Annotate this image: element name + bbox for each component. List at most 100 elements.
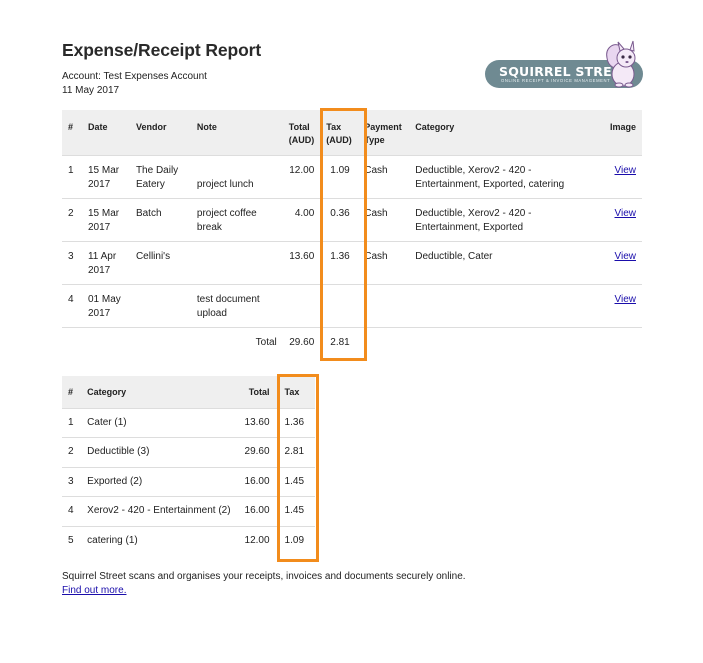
col-header-vendor: Vendor bbox=[129, 110, 191, 156]
page-title: Expense/Receipt Report bbox=[62, 40, 262, 60]
row-image: View bbox=[597, 241, 642, 285]
row-total: 16.00 bbox=[236, 466, 276, 497]
row-num: 2 bbox=[62, 198, 82, 242]
row-total bbox=[282, 284, 321, 328]
row-tax: 1.09 bbox=[275, 525, 315, 556]
row-category: Deductible, Cater bbox=[409, 241, 598, 285]
row-note-text: project lunch bbox=[196, 179, 254, 190]
row-category bbox=[409, 284, 598, 328]
row-note: project coffee break bbox=[190, 198, 283, 242]
row-category: Deductible (3) bbox=[81, 437, 237, 467]
row-num: 2 bbox=[62, 437, 82, 467]
col-header-image: Image bbox=[597, 110, 642, 156]
col-header-total: Total (AUD) bbox=[282, 110, 321, 156]
row-vendor: Batch bbox=[129, 198, 191, 242]
row-total: 12.00 bbox=[282, 155, 321, 199]
row-note: test document upload bbox=[190, 284, 283, 328]
col-header-num: # bbox=[62, 376, 82, 408]
row-payment: Cash bbox=[358, 241, 410, 285]
row-num: 1 bbox=[62, 407, 82, 438]
table-row: 1 Cater (1) 13.60 1.36 bbox=[62, 407, 315, 438]
row-num: 3 bbox=[62, 466, 82, 497]
row-note bbox=[190, 241, 283, 285]
row-date: 11 Apr 2017 bbox=[81, 241, 130, 285]
table-row: 1 15 Mar 2017 The Daily Eatery project l… bbox=[62, 155, 642, 199]
row-num: 4 bbox=[62, 496, 82, 526]
table-row: 2 15 Mar 2017 Batch project coffee break… bbox=[62, 198, 642, 242]
table-row: 3 11 Apr 2017 Cellini's 13.60 1.36 Cash … bbox=[62, 241, 642, 285]
row-total: 12.00 bbox=[236, 525, 276, 556]
row-total: 16.00 bbox=[236, 496, 276, 526]
row-payment: Cash bbox=[358, 198, 410, 242]
col-header-total: Total bbox=[236, 376, 276, 408]
row-payment: Cash bbox=[358, 155, 410, 199]
category-header-row: # Category Total Tax bbox=[62, 376, 315, 408]
table-row: 4 Xerov2 - 420 - Entertainment (2) 16.00… bbox=[62, 496, 315, 526]
table-row: 5 catering (1) 12.00 1.09 bbox=[62, 525, 315, 556]
col-header-date: Date bbox=[81, 110, 130, 156]
row-note: project lunch bbox=[190, 155, 283, 199]
row-category: Deductible, Xerov2 - 420 - Entertainment… bbox=[409, 155, 598, 199]
view-image-link[interactable]: View bbox=[615, 251, 637, 262]
total-row: Total 29.60 2.81 bbox=[62, 327, 642, 358]
row-date: 15 Mar 2017 bbox=[81, 198, 130, 242]
report-date: 11 May 2017 bbox=[62, 85, 120, 96]
view-image-link[interactable]: View bbox=[615, 165, 637, 176]
row-num: 3 bbox=[62, 241, 82, 285]
total-label: Total bbox=[62, 327, 283, 358]
col-header-payment: Payment Type bbox=[358, 110, 410, 156]
row-category: catering (1) bbox=[81, 525, 237, 556]
row-date: 15 Mar 2017 bbox=[81, 155, 130, 199]
find-out-more-link[interactable]: Find out more. bbox=[62, 585, 126, 596]
footer-text: Squirrel Street scans and organises your… bbox=[62, 571, 466, 582]
row-tax: 1.36 bbox=[320, 241, 359, 285]
expense-table: # Date Vendor Note Total (AUD) Tax (AUD)… bbox=[62, 110, 642, 358]
row-category: Exported (2) bbox=[81, 466, 237, 497]
squirrel-street-logo: SQUIRREL STREET ONLINE RECEIPT & INVOICE… bbox=[485, 40, 645, 92]
view-image-link[interactable]: View bbox=[615, 294, 637, 305]
col-header-category: Category bbox=[409, 110, 598, 156]
row-total: 13.60 bbox=[236, 407, 276, 438]
row-vendor bbox=[129, 284, 191, 328]
view-image-link[interactable]: View bbox=[615, 208, 637, 219]
row-image: View bbox=[597, 284, 642, 328]
total-blank bbox=[358, 327, 642, 358]
row-tax: 0.36 bbox=[320, 198, 359, 242]
row-tax: 1.36 bbox=[275, 407, 315, 438]
row-total: 4.00 bbox=[282, 198, 321, 242]
table-row: 4 01 May 2017 test document upload View bbox=[62, 284, 642, 328]
row-total: 13.60 bbox=[282, 241, 321, 285]
row-tax: 1.09 bbox=[320, 155, 359, 199]
row-tax: 1.45 bbox=[275, 496, 315, 526]
row-category: Deductible, Xerov2 - 420 - Entertainment… bbox=[409, 198, 598, 242]
row-tax: 1.45 bbox=[275, 466, 315, 497]
expense-header-row: # Date Vendor Note Total (AUD) Tax (AUD)… bbox=[62, 110, 642, 156]
total-tax: 2.81 bbox=[320, 327, 359, 358]
row-payment bbox=[358, 284, 410, 328]
table-row: 2 Deductible (3) 29.60 2.81 bbox=[62, 437, 315, 467]
row-num: 4 bbox=[62, 284, 82, 328]
row-vendor: Cellini's bbox=[129, 241, 191, 285]
row-image: View bbox=[597, 155, 642, 199]
row-tax: 2.81 bbox=[275, 437, 315, 467]
table-row: 3 Exported (2) 16.00 1.45 bbox=[62, 466, 315, 497]
col-header-num: # bbox=[62, 110, 82, 156]
row-date: 01 May 2017 bbox=[81, 284, 130, 328]
row-num: 5 bbox=[62, 525, 82, 556]
col-header-note: Note bbox=[190, 110, 283, 156]
row-total: 29.60 bbox=[236, 437, 276, 467]
account-name: Account: Test Expenses Account bbox=[62, 71, 207, 82]
row-num: 1 bbox=[62, 155, 82, 199]
row-category: Cater (1) bbox=[81, 407, 237, 438]
col-header-category: Category bbox=[81, 376, 237, 408]
col-header-tax: Tax (AUD) bbox=[320, 110, 359, 156]
col-header-tax: Tax bbox=[275, 376, 315, 408]
total-amount: 29.60 bbox=[282, 327, 321, 358]
row-image: View bbox=[597, 198, 642, 242]
row-vendor: The Daily Eatery bbox=[129, 155, 191, 199]
logo-subtitle: ONLINE RECEIPT & INVOICE MANAGEMENT bbox=[501, 78, 611, 83]
squirrel-icon bbox=[606, 40, 636, 88]
row-tax bbox=[320, 284, 359, 328]
category-table: # Category Total Tax 1 Cater (1) 13.60 1… bbox=[62, 376, 315, 556]
row-category: Xerov2 - 420 - Entertainment (2) bbox=[81, 496, 237, 526]
